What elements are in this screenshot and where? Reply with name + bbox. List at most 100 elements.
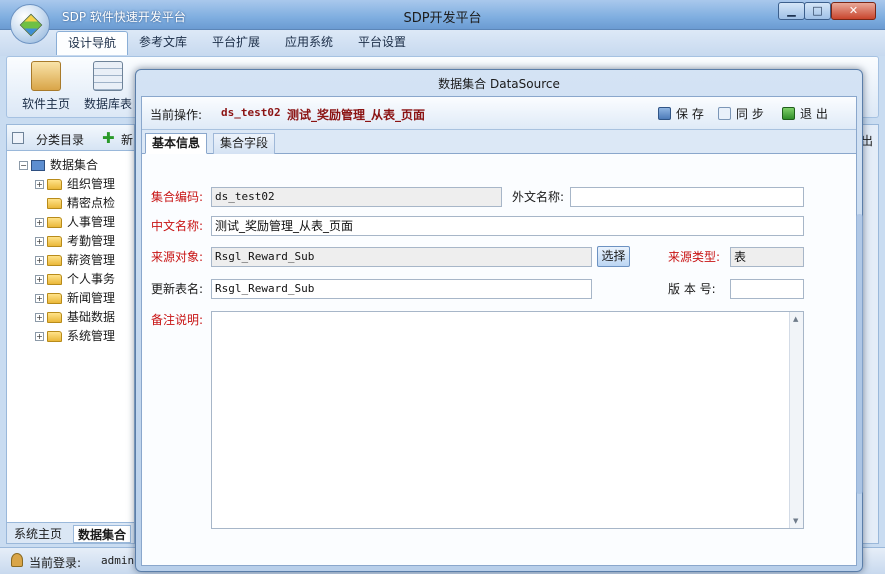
save-label: 保 存 [676,107,704,121]
ribbon-home-label: 软件主页 [21,97,70,111]
expand-icon[interactable]: + [35,180,44,189]
tree-item[interactable]: + 系统管理 [35,327,115,346]
code-label: 集合编码: [151,190,204,204]
current-op-code: ds_test02 [221,106,281,119]
tab-system-home[interactable]: 系统主页 [10,525,66,543]
user-icon [11,553,23,567]
tab-basic-info[interactable]: 基本信息 [145,133,208,154]
expand-icon[interactable]: + [35,332,44,341]
tree-item-label: 薪资管理 [67,253,116,267]
datasource-dialog: 数据集合 DataSource 当前操作: ds_test02 测试_奖励管理_… [135,69,863,572]
save-button[interactable]: 保 存 [658,105,704,123]
window-title: SDP开发平台 [403,11,482,26]
tree-item-label: 系统管理 [67,329,116,343]
folder-icon [47,255,62,266]
table-icon [93,61,123,91]
tree-item[interactable]: + 新闻管理 [35,289,115,308]
expand-icon[interactable]: + [35,218,44,227]
tree-item[interactable]: + 个人事务 [35,270,115,289]
sync-label: 同 步 [736,107,764,121]
folder-icon [47,274,62,285]
tree-root-label: 数据集合 [50,158,99,172]
ribbon-db-table-button[interactable]: 数据库表 [77,61,139,112]
expand-icon[interactable]: + [35,256,44,265]
current-op-label: 当前操作: [150,108,203,122]
update-table-label: 更新表名: [151,282,204,296]
dialog-tabs: 基本信息 集合字段 [142,130,856,154]
menu-tab-extension[interactable]: 平台扩展 [201,31,271,55]
title-bar: SDP 软件快速开发平台 SDP开发平台 ▁ □ ✕ [0,0,885,30]
tree-item-label: 考勤管理 [67,234,116,248]
tree-item-label: 新闻管理 [67,291,116,305]
sidebar-bottom-tabs: 系统主页 数据集合 [6,522,135,544]
folder-icon [47,236,62,247]
tree-item[interactable]: + 人事管理 [35,213,115,232]
expand-icon[interactable]: + [35,313,44,322]
tree-item-label: 精密点检 [67,196,116,210]
sync-button[interactable]: 同 步 [718,105,764,123]
expand-icon[interactable]: + [35,237,44,246]
exit-button[interactable]: 退 出 [782,105,828,123]
login-user: admin [101,554,135,567]
tree-item-label: 人事管理 [67,215,116,229]
scroll-down-icon[interactable]: ▼ [793,517,798,525]
close-button[interactable]: ✕ [831,2,876,20]
version-label: 版 本 号: [668,282,716,296]
tree-item[interactable]: + 组织管理 [35,175,115,194]
tree-item-label: 基础数据 [67,310,116,324]
expand-icon[interactable]: + [35,294,44,303]
menu-tab-settings[interactable]: 平台设置 [347,31,417,55]
tree-item[interactable]: + 基础数据 [35,308,115,327]
tree-item[interactable]: 精密点检 [47,194,115,213]
dialog-title: 数据集合 DataSource [438,77,560,91]
sidebar-header-label: 分类目录 [36,133,85,147]
tree-item[interactable]: + 考勤管理 [35,232,115,251]
menu-tab-reference[interactable]: 参考文库 [128,31,198,55]
source-type-field[interactable]: 表 [730,247,804,267]
sidebar-header: 分类目录 ✚ 新 [7,125,134,151]
save-icon [658,107,671,120]
tab-datasets[interactable]: 数据集合 [73,525,132,543]
version-field[interactable] [730,279,804,299]
folder-icon [47,312,62,323]
folder-icon [47,217,62,228]
ribbon-db-table-label: 数据库表 [83,97,132,111]
home-icon [31,61,61,91]
remark-textarea[interactable]: ▲ ▼ [211,311,804,529]
cn-name-label: 中文名称: [151,219,204,233]
maximize-button[interactable]: □ [804,2,831,20]
source-object-field[interactable]: Rsgl_Reward_Sub [211,247,592,267]
collapse-icon[interactable]: − [19,161,28,170]
folder-icon [47,293,62,304]
dialog-scrollbar[interactable] [856,214,863,494]
folder-icon [47,198,62,209]
expand-icon[interactable]: + [35,275,44,284]
source-object-label: 来源对象: [151,250,204,264]
remark-scrollbar[interactable]: ▲ ▼ [789,312,803,528]
cn-name-field[interactable]: 测试_奖励管理_从表_页面 [211,216,804,236]
app-logo-icon[interactable] [10,4,50,44]
remark-label: 备注说明: [151,313,204,327]
login-label: 当前登录: [29,556,82,570]
tab-dataset-fields[interactable]: 集合字段 [213,133,276,154]
code-field[interactable]: ds_test02 [211,187,502,207]
foreign-name-label: 外文名称: [512,190,565,204]
menu-tab-apps[interactable]: 应用系统 [274,31,344,55]
scroll-up-icon[interactable]: ▲ [793,315,798,323]
tree-item-label: 个人事务 [67,272,116,286]
category-icon [12,132,24,144]
tree-root[interactable]: − 数据集合 [19,156,98,175]
folder-icon [47,331,62,342]
sidebar: 分类目录 ✚ 新 − 数据集合 + 组织管理 精密点检 + 人事管理 + 考勤管理 + 薪… [6,124,135,544]
tree-item[interactable]: + 薪资管理 [35,251,115,270]
minimize-button[interactable]: ▁ [778,2,805,20]
foreign-name-field[interactable] [570,187,804,207]
ribbon-home-button[interactable]: 软件主页 [15,61,77,112]
exit-label: 退 出 [800,107,828,121]
plus-icon[interactable]: ✚ [102,129,115,147]
menu-tab-design-nav[interactable]: 设计导航 [56,31,129,55]
select-button[interactable]: 选择 [597,246,630,267]
sidebar-add-label[interactable]: 新 [121,131,133,148]
update-table-field[interactable]: Rsgl_Reward_Sub [211,279,592,299]
sync-icon [718,107,731,120]
